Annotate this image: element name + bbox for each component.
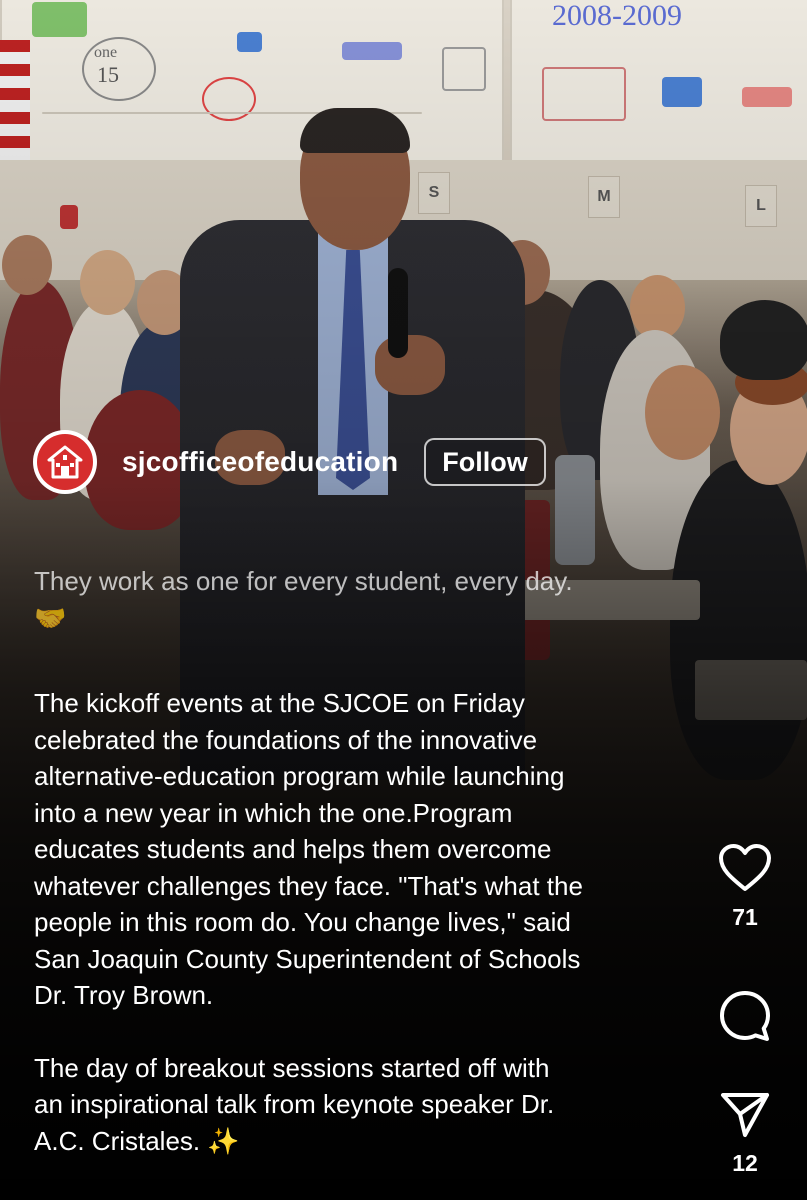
caption-line: an inspirational talk from keynote speak… — [34, 1089, 555, 1119]
caption-line: educates students and helps them overcom… — [34, 834, 552, 864]
caption-line: Dr. Troy Brown. — [34, 980, 214, 1010]
share-count: 12 — [732, 1150, 758, 1176]
like-action: 71 — [714, 840, 776, 931]
caption-line: San Joaquin County Superintendent of Sch… — [34, 943, 581, 974]
heart-icon[interactable] — [717, 840, 773, 896]
caption-paragraph-1: The kickoff events at the SJCOE on Frida… — [34, 685, 674, 1014]
avatar[interactable] — [33, 430, 97, 494]
caption-lead-text: They work as one for every student, ever… — [34, 566, 573, 596]
comment-action — [714, 988, 776, 1044]
like-count: 71 — [732, 904, 758, 930]
caption-line: alternative-education program while laun… — [34, 761, 565, 791]
follow-button[interactable]: Follow — [424, 438, 546, 486]
caption-line: The kickoff events at the SJCOE on Frida… — [34, 688, 525, 718]
caption-line: The day of breakout sessions started off… — [34, 1052, 550, 1083]
comment-icon[interactable] — [717, 988, 773, 1044]
share-action: 12 — [714, 1086, 776, 1177]
username[interactable]: sjcofficeofeducation — [122, 446, 398, 478]
schoolhouse-icon — [37, 434, 93, 490]
caption-line: people in this room do. You change lives… — [34, 907, 571, 937]
caption-lead: They work as one for every student, ever… — [34, 563, 674, 636]
caption-line: A.C. Cristales. ✨ — [34, 1125, 240, 1156]
handshake-emoji: 🤝 — [34, 602, 67, 633]
caption-line: into a new year in which the one.Program — [34, 797, 513, 828]
caption-line: whatever challenges they face. "That's w… — [34, 870, 583, 901]
post-caption: They work as one for every student, ever… — [34, 563, 674, 1159]
caption-paragraph-2: The day of breakout sessions started off… — [34, 1050, 674, 1160]
caption-line: celebrated the foundations of the innova… — [34, 724, 538, 755]
send-icon[interactable] — [717, 1086, 773, 1142]
post-header: sjcofficeofeducation Follow — [33, 430, 546, 494]
